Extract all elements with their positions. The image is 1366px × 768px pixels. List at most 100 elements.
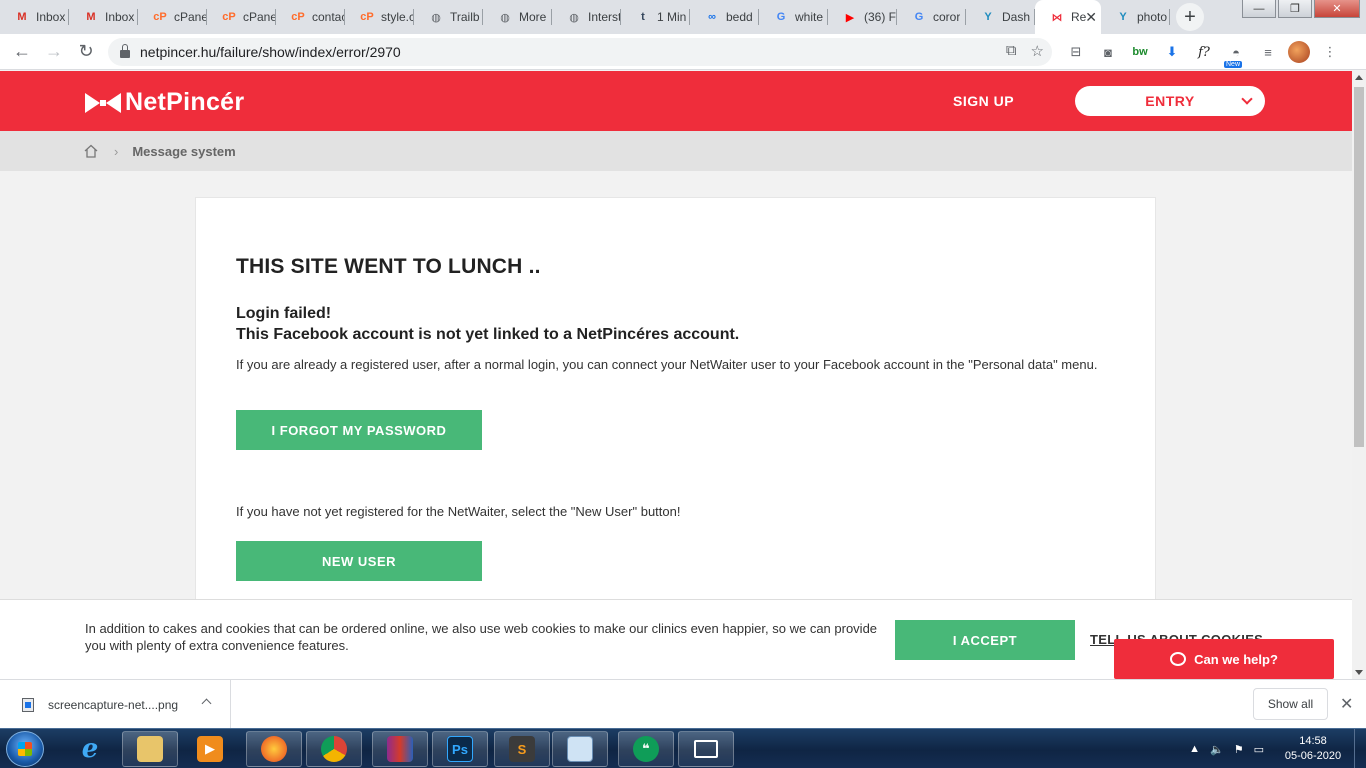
maximize-button[interactable]: ❐: [1278, 0, 1312, 18]
window-close-button[interactable]: ✕: [1314, 0, 1360, 18]
volume-icon[interactable]: 🔈: [1210, 743, 1224, 756]
browser-tab[interactable]: ▶ (36) F: [828, 0, 897, 34]
show-desktop-button[interactable]: [1354, 729, 1366, 768]
windows-taskbar: e ▶ Ps S ❝ ▲ 🔈 ⚑ ▭ 14:58 05-06-2020: [0, 728, 1366, 768]
yoast-icon: Y: [1119, 11, 1127, 23]
new-tab-button[interactable]: +: [1176, 3, 1204, 31]
chevron-down-icon: [1241, 93, 1253, 105]
bw-extension-icon[interactable]: bw: [1128, 40, 1152, 64]
network-icon[interactable]: ▭: [1254, 743, 1264, 756]
tab-title: Inbox: [36, 10, 66, 24]
file-icon: [22, 697, 34, 712]
youtube-icon: ▶: [845, 11, 855, 24]
browser-tab[interactable]: cP cPanel: [207, 0, 276, 34]
camera-icon[interactable]: ◙: [1096, 40, 1120, 64]
help-chat-button[interactable]: Can we help?: [1114, 639, 1334, 679]
menu-kebab-icon[interactable]: ⋮: [1318, 40, 1342, 64]
flag-icon[interactable]: ⚑: [1234, 743, 1244, 756]
sublime-taskbar-icon[interactable]: S: [494, 731, 550, 767]
start-button[interactable]: [6, 731, 44, 767]
download-item[interactable]: screencapture-net....png: [0, 680, 231, 729]
tab-title: Re: [1071, 10, 1087, 24]
ie-taskbar-icon[interactable]: e: [62, 731, 118, 767]
download-shelf: screencapture-net....png Show all ✕: [0, 679, 1366, 729]
forward-button[interactable]: →: [38, 36, 70, 68]
breadcrumb-separator-icon: ›: [114, 143, 119, 159]
clock[interactable]: 14:58 05-06-2020: [1278, 734, 1348, 764]
lock-icon: [120, 44, 130, 58]
entry-label: ENTRY: [1145, 93, 1195, 109]
minimize-button[interactable]: —: [1242, 0, 1276, 18]
explorer-taskbar-icon[interactable]: [122, 731, 178, 767]
new-user-button[interactable]: NEW USER: [236, 541, 482, 581]
new-user-note: If you have not yet registered for the N…: [236, 504, 681, 519]
tray-expand-icon[interactable]: ▲: [1189, 743, 1200, 756]
browser-tab[interactable]: ◍ More: [483, 0, 552, 34]
show-all-button[interactable]: Show all: [1253, 688, 1328, 720]
download-filename: screencapture-net....png: [48, 697, 179, 712]
browser-tab[interactable]: M Inbox: [69, 0, 138, 34]
browser-tab[interactable]: cP contact: [276, 0, 345, 34]
address-bar[interactable]: netpincer.hu/failure/show/index/error/29…: [108, 38, 1052, 66]
bookmark-star-icon[interactable]: ☆: [1031, 42, 1044, 60]
browser-tab[interactable]: Yphoto: [1101, 0, 1170, 34]
netpincer-icon: ⋈: [1051, 11, 1063, 24]
firefox-taskbar-icon[interactable]: [246, 731, 302, 767]
browser-tab[interactable]: cP style.c: [345, 0, 414, 34]
forgot-password-button[interactable]: I FORGOT MY PASSWORD: [236, 410, 482, 450]
tab-title: Interst: [588, 10, 621, 24]
scroll-down-arrow-icon[interactable]: [1355, 670, 1363, 675]
browser-tab[interactable]: cP cPanel: [138, 0, 207, 34]
profile-avatar[interactable]: [1288, 41, 1310, 63]
reload-button[interactable]: ↻: [70, 36, 102, 68]
browser-tab[interactable]: M Inbox: [0, 0, 69, 34]
google-icon: G: [776, 11, 786, 23]
signup-link[interactable]: SIGN UP: [953, 93, 1014, 109]
chat-bubble-icon: [1170, 652, 1187, 666]
browser-tab[interactable]: t 1 Min: [621, 0, 690, 34]
winrar-icon: [387, 736, 413, 762]
reading-mode-icon[interactable]: ⊟: [1064, 40, 1088, 64]
globe-icon: ◍: [431, 11, 441, 24]
browser-tab[interactable]: Gwhite: [759, 0, 828, 34]
home-icon[interactable]: [84, 144, 98, 158]
page-title: THIS SITE WENT TO LUNCH ..: [236, 255, 541, 278]
tab-close-icon[interactable]: ✕: [1085, 9, 1097, 26]
browser-tab[interactable]: ◍ Interst: [552, 0, 621, 34]
remote-desktop-taskbar-icon[interactable]: [678, 731, 734, 767]
winrar-taskbar-icon[interactable]: [372, 731, 428, 767]
close-shelf-icon[interactable]: ✕: [1340, 694, 1353, 714]
gmail-icon: M: [17, 11, 27, 23]
translate-icon[interactable]: ⧉: [1006, 42, 1017, 60]
notepad-taskbar-icon[interactable]: [552, 731, 608, 767]
browser-tab[interactable]: ◍ Trailb: [414, 0, 483, 34]
rainbow-extension-icon[interactable]: ◓ New: [1224, 40, 1248, 68]
scroll-thumb[interactable]: [1354, 87, 1364, 447]
vertical-scrollbar[interactable]: [1352, 71, 1366, 679]
back-button[interactable]: ←: [6, 36, 38, 68]
browser-tab[interactable]: ⋈ Re ✕: [1035, 0, 1101, 34]
accept-cookies-button[interactable]: I ACCEPT: [895, 620, 1075, 660]
photoshop-taskbar-icon[interactable]: Ps: [432, 731, 488, 767]
browser-tab[interactable]: Y Dash: [966, 0, 1035, 34]
netpincer-logo[interactable]: NetPincér: [85, 88, 244, 117]
help-label: Can we help?: [1194, 651, 1278, 667]
download-extension-icon[interactable]: ⬇: [1160, 40, 1184, 64]
media-control-icon[interactable]: ≡: [1256, 40, 1280, 64]
omnibox-actions: ⧉ ☆: [1006, 42, 1044, 60]
gmail-icon: M: [86, 11, 96, 23]
chevron-up-icon[interactable]: [201, 698, 212, 709]
font-finder-icon[interactable]: f?: [1192, 40, 1216, 64]
scroll-up-arrow-icon[interactable]: [1355, 75, 1363, 80]
chrome-taskbar-icon[interactable]: [306, 731, 362, 767]
hangouts-taskbar-icon[interactable]: ❝: [618, 731, 674, 767]
sublime-icon: S: [509, 736, 535, 762]
photoshop-icon: Ps: [447, 736, 473, 762]
entry-dropdown[interactable]: ENTRY: [1075, 86, 1265, 116]
media-player-taskbar-icon[interactable]: ▶: [182, 731, 238, 767]
system-tray: ▲ 🔈 ⚑ ▭ 14:58 05-06-2020: [1189, 729, 1366, 768]
cpanel-icon: cP: [222, 11, 236, 23]
yoast-icon: Y: [984, 11, 992, 23]
browser-tab[interactable]: Gcoror: [897, 0, 966, 34]
browser-tab[interactable]: ∞ bedd: [690, 0, 759, 34]
